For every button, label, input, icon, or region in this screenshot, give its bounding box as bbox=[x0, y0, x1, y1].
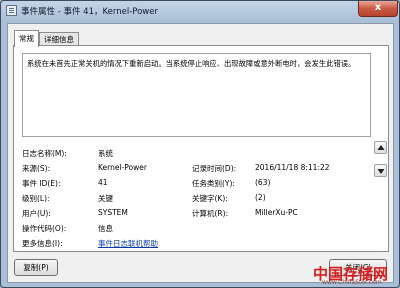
task-category-value: (63) bbox=[255, 178, 271, 187]
event-description[interactable]: 系统在未首先正常关机的情况下重新启动。当系统停止响应、出现故障或意外断电时，会发… bbox=[22, 53, 371, 137]
opcode-value: 信息 bbox=[98, 224, 113, 233]
event-id-label: 事件 ID(E): bbox=[22, 179, 61, 188]
logged-value: 2016/11/18 8:11:22 bbox=[255, 163, 330, 172]
log-name-value: 系统 bbox=[98, 149, 113, 158]
keywords-label: 关键字(K): bbox=[192, 194, 228, 203]
next-event-button[interactable] bbox=[374, 164, 387, 177]
computer-value: MillerXu-PC bbox=[255, 208, 298, 217]
tab-details[interactable]: 详细信息 bbox=[39, 32, 79, 46]
close-window-button[interactable]: x bbox=[358, 1, 398, 17]
more-info-link[interactable]: 事件日志联机帮助 bbox=[98, 238, 158, 249]
source-value: Kernel-Power bbox=[98, 163, 147, 172]
event-properties-window: 事件属性 - 事件 41，Kernel-Power x 常规 详细信息 系统在未… bbox=[0, 0, 400, 288]
source-label: 来源(S): bbox=[22, 164, 51, 173]
level-value: 关键 bbox=[98, 194, 113, 203]
watermark-url: www.ChinaStor.com bbox=[322, 279, 382, 286]
logged-label: 记录时间(D): bbox=[192, 164, 237, 173]
task-category-label: 任务类别(Y): bbox=[192, 179, 235, 188]
general-panel: 系统在未首先正常关机的情况下重新启动。当系统停止响应、出现故障或意外断电时，会发… bbox=[13, 45, 389, 252]
keywords-value: (2) bbox=[255, 193, 266, 202]
user-label: 用户(U): bbox=[22, 209, 51, 218]
event-viewer-icon bbox=[6, 5, 17, 16]
arrow-down-icon bbox=[377, 169, 385, 174]
window-title: 事件属性 - 事件 41，Kernel-Power bbox=[21, 7, 158, 17]
user-value: SYSTEM bbox=[98, 208, 128, 217]
previous-event-button[interactable] bbox=[374, 141, 387, 154]
dialog-client-area: 常规 详细信息 系统在未首先正常关机的情况下重新启动。当系统停止响应、出现故障或… bbox=[7, 23, 394, 283]
event-id-value: 41 bbox=[98, 178, 108, 187]
opcode-label: 操作代码(O): bbox=[22, 224, 67, 233]
arrow-up-icon bbox=[377, 145, 385, 150]
log-name-label: 日志名称(M): bbox=[22, 149, 67, 158]
more-info-label: 更多信息(I): bbox=[22, 239, 63, 248]
computer-label: 计算机(R): bbox=[192, 209, 229, 218]
level-label: 级别(L): bbox=[22, 194, 50, 203]
tab-general[interactable]: 常规 bbox=[14, 30, 39, 47]
title-bar[interactable]: 事件属性 - 事件 41，Kernel-Power x bbox=[1, 1, 399, 21]
copy-button[interactable]: 复制(P) bbox=[14, 259, 58, 276]
